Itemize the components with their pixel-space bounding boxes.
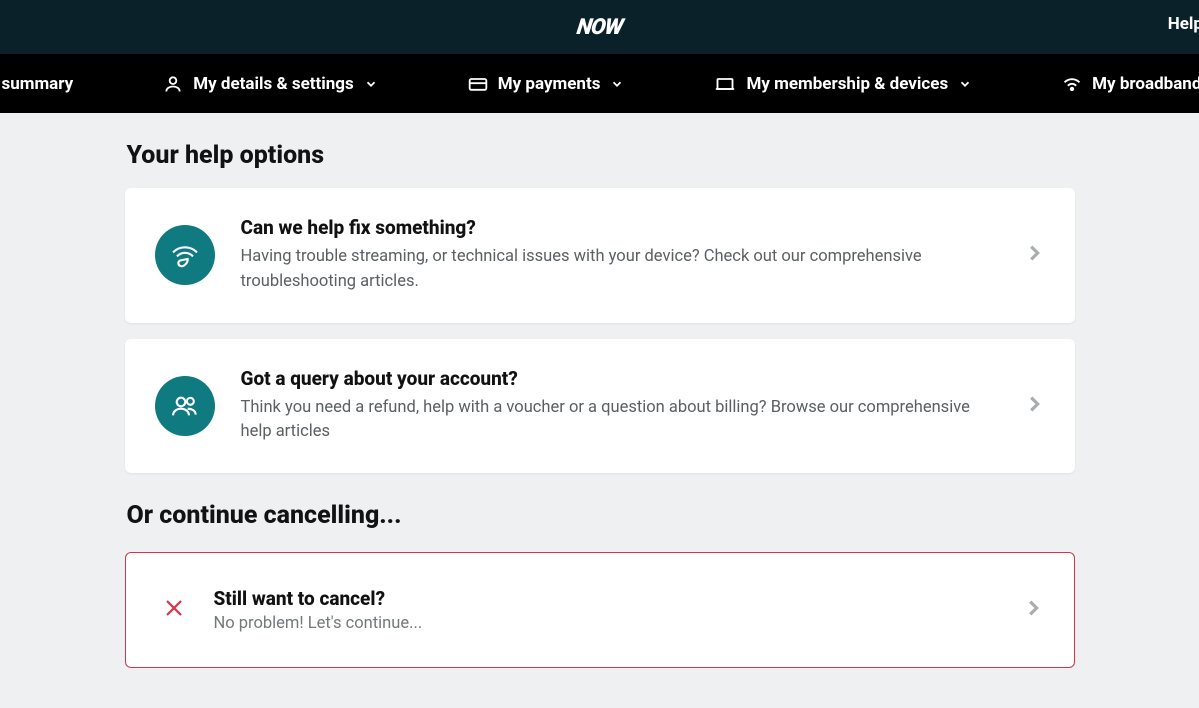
nav-broadband-calls[interactable]: My broadband & ca — [1062, 74, 1199, 94]
still-cancel-card[interactable]: Still want to cancel? No problem! Let's … — [125, 552, 1075, 668]
help-link[interactable]: Help — [1168, 14, 1199, 34]
person-icon — [163, 74, 183, 94]
continue-cancelling-heading: Or continue cancelling... — [125, 501, 1075, 530]
help-options-heading: Your help options — [125, 141, 1075, 170]
card-icon — [468, 74, 488, 94]
chevron-down-icon — [610, 77, 624, 91]
card-desc: No problem! Let's continue... — [214, 614, 994, 633]
nav-payments[interactable]: My payments — [468, 74, 625, 94]
nav-account-summary[interactable]: count summary — [0, 74, 73, 94]
account-query-card[interactable]: Got a query about your account? Think yo… — [125, 339, 1075, 474]
nav-details-settings[interactable]: My details & settings — [163, 74, 378, 94]
card-desc: Think you need a refund, help with a vou… — [241, 396, 997, 446]
nav-label: My broadband & ca — [1092, 74, 1199, 94]
people-icon — [155, 376, 215, 436]
close-icon — [162, 596, 186, 624]
chevron-right-icon — [1022, 597, 1044, 623]
support-icon — [155, 225, 215, 285]
nav-membership-devices[interactable]: My membership & devices — [714, 74, 972, 94]
chevron-right-icon — [1023, 242, 1045, 268]
nav-label: count summary — [0, 74, 73, 94]
card-title: Can we help fix something? — [241, 216, 997, 239]
devices-icon — [714, 74, 736, 94]
help-fix-card[interactable]: Can we help fix something? Having troubl… — [125, 188, 1075, 323]
chevron-down-icon — [364, 77, 378, 91]
nav-label: My membership & devices — [746, 74, 948, 94]
wifi-icon — [1062, 74, 1082, 94]
nav-label: My details & settings — [193, 74, 354, 94]
main-content: Your help options Can we help fix someth… — [125, 113, 1075, 708]
chevron-right-icon — [1023, 393, 1045, 419]
card-desc: Having trouble streaming, or technical i… — [241, 245, 997, 295]
card-title: Still want to cancel? — [214, 587, 994, 610]
card-title: Got a query about your account? — [241, 367, 997, 390]
account-subnav: count summary My details & settings My p… — [0, 54, 1199, 113]
chevron-down-icon — [958, 77, 972, 91]
header-bar: NOW Help — [0, 0, 1199, 54]
card-content: Can we help fix something? Having troubl… — [241, 216, 997, 295]
card-content: Still want to cancel? No problem! Let's … — [214, 587, 994, 633]
card-content: Got a query about your account? Think yo… — [241, 367, 997, 446]
now-logo[interactable]: NOW — [575, 15, 624, 40]
nav-label: My payments — [498, 74, 601, 94]
